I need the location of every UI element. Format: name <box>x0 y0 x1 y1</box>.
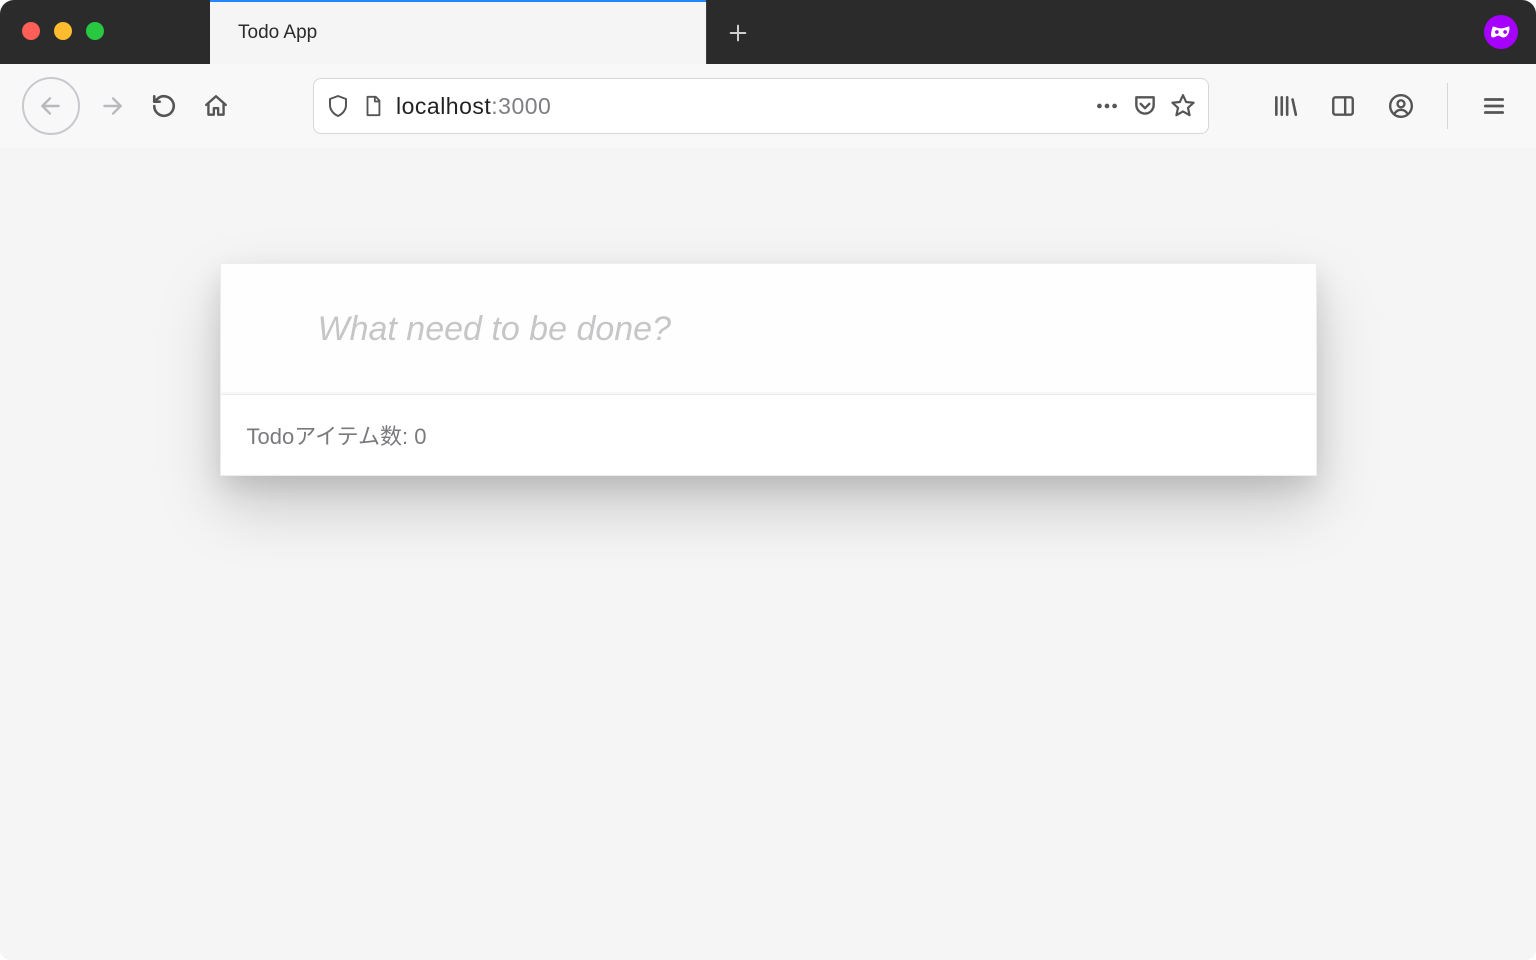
page-viewport: Todoアイテム数: 0 <box>0 148 1536 960</box>
mask-icon <box>1490 25 1512 39</box>
bookmark-button[interactable] <box>1170 93 1196 119</box>
new-todo-row <box>221 264 1316 394</box>
navigation-toolbar: localhost:3000 <box>0 64 1536 149</box>
plus-icon <box>727 22 749 44</box>
arrow-right-icon <box>99 93 125 119</box>
url-host: localhost <box>396 93 491 119</box>
star-icon <box>1170 93 1196 119</box>
account-button[interactable] <box>1381 86 1421 126</box>
pocket-button[interactable] <box>1132 93 1158 119</box>
library-icon <box>1272 93 1298 119</box>
private-browsing-badge <box>1484 15 1518 49</box>
hamburger-icon <box>1481 93 1507 119</box>
account-icon <box>1388 93 1414 119</box>
shield-icon[interactable] <box>326 94 350 118</box>
forward-button[interactable] <box>92 86 132 126</box>
todo-app: Todoアイテム数: 0 <box>220 263 1317 476</box>
new-tab-button[interactable] <box>706 2 769 64</box>
pocket-icon <box>1132 93 1158 119</box>
browser-window: Todo App <box>0 0 1536 960</box>
back-button[interactable] <box>22 77 80 135</box>
sidebar-button[interactable] <box>1323 86 1363 126</box>
app-menu-button[interactable] <box>1474 86 1514 126</box>
reload-icon <box>151 93 177 119</box>
sidebar-icon <box>1330 93 1356 119</box>
url-port: :3000 <box>491 93 551 119</box>
address-bar[interactable]: localhost:3000 <box>313 78 1209 134</box>
page-actions-button[interactable] <box>1094 93 1120 119</box>
tab-active[interactable]: Todo App <box>210 0 706 64</box>
todo-footer: Todoアイテム数: 0 <box>221 394 1316 475</box>
tab-title: Todo App <box>238 22 317 44</box>
home-button[interactable] <box>196 86 236 126</box>
home-icon <box>203 93 229 119</box>
page-file-icon <box>362 95 384 117</box>
arrow-left-icon <box>38 93 64 119</box>
tabs: Todo App <box>210 0 769 64</box>
tab-strip: Todo App <box>0 0 1536 64</box>
window-controls <box>22 22 104 40</box>
reload-button[interactable] <box>144 86 184 126</box>
close-icon[interactable] <box>668 24 686 42</box>
library-button[interactable] <box>1265 86 1305 126</box>
toolbar-right <box>1265 83 1514 129</box>
toolbar-separator <box>1447 83 1448 129</box>
window-minimize-button[interactable] <box>54 22 72 40</box>
todo-count-text: Todoアイテム数: 0 <box>247 419 427 451</box>
new-todo-input[interactable] <box>316 309 1316 350</box>
meatballs-icon <box>1094 93 1120 119</box>
url-text: localhost:3000 <box>396 93 1082 120</box>
window-maximize-button[interactable] <box>86 22 104 40</box>
window-close-button[interactable] <box>22 22 40 40</box>
